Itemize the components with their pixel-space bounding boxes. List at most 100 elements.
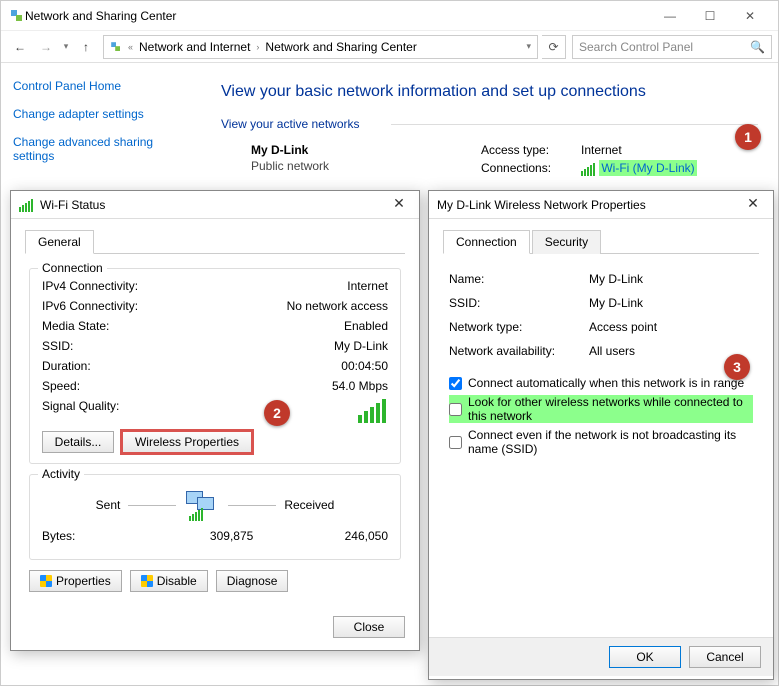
signal-bars-icon [358,399,388,423]
addr-icon [110,40,123,53]
network-type: Public network [251,159,481,173]
connect-hidden-checkbox[interactable]: Connect even if the network is not broad… [449,428,753,456]
address-bar[interactable]: « Network and Internet › Network and Sha… [103,35,538,59]
speed-value: 54.0 Mbps [332,379,388,393]
dialog-titlebar: My D-Link Wireless Network Properties ✕ [429,191,773,219]
access-type-value: Internet [581,143,622,157]
shield-icon [141,575,153,587]
ipv6-value: No network access [287,299,388,313]
close-button[interactable]: ✕ [730,2,770,30]
ipv4-label: IPv4 Connectivity: [42,279,347,293]
sidebar-adapter[interactable]: Change adapter settings [13,107,189,121]
tab-connection[interactable]: Connection [443,230,530,254]
wifi-icon [19,198,34,212]
chevron-icon: › [252,42,263,52]
connections-label: Connections: [481,161,581,176]
activity-graphic: Sent Received [42,491,388,519]
connection-link[interactable]: Wi-Fi (My D-Link) [599,160,696,176]
step-marker-2: 2 [264,400,290,426]
wifi-status-dialog: Wi-Fi Status ✕ General Connection IPv4 C… [10,190,420,651]
network-details: Access type: Internet Connections: Wi-Fi… [481,143,697,180]
refresh-button[interactable]: ⟳ [542,35,566,59]
nettype-value: Access point [589,320,657,334]
dialog-titlebar: Wi-Fi Status ✕ [11,191,419,219]
wifi-signal-icon [581,162,596,176]
name-label: Name: [449,272,589,286]
step-marker-1: 1 [735,124,761,150]
avail-label: Network availability: [449,344,589,358]
dialog-title: Wi-Fi Status [40,198,387,212]
chevron-icon: « [124,42,137,52]
ssid-value: My D-Link [334,339,388,353]
tabs: General [25,229,405,254]
ssid-label: SSID: [449,296,589,310]
look-other-networks-checkbox[interactable]: Look for other wireless networks while c… [449,395,753,423]
breadcrumb-2[interactable]: Network and Sharing Center [263,39,418,55]
close-icon[interactable]: ✕ [741,195,765,215]
maximize-button[interactable]: ☐ [690,2,730,30]
sidebar-advanced[interactable]: Change advanced sharing settings [13,135,189,163]
sent-label: Sent [96,498,121,512]
minimize-button[interactable]: — [650,2,690,30]
bytes-received: 246,050 [345,529,388,543]
forward-button: → [33,34,59,60]
media-label: Media State: [42,319,344,333]
titlebar: Network and Sharing Center — ☐ ✕ [1,1,778,31]
search-icon: 🔍 [750,40,765,54]
ssid-label: SSID: [42,339,334,353]
step-marker-3: 3 [724,354,750,380]
close-icon[interactable]: ✕ [387,195,411,215]
signal-label: Signal Quality: [42,399,358,423]
group-label: Connection [38,261,107,275]
ipv4-value: Internet [347,279,388,293]
window-title: Network and Sharing Center [25,9,650,23]
connection-group: Connection IPv4 Connectivity:Internet IP… [29,268,401,464]
details-button[interactable]: Details... [42,431,114,453]
speed-label: Speed: [42,379,332,393]
ipv6-label: IPv6 Connectivity: [42,299,287,313]
active-networks-label: View your active networks [221,117,758,131]
network-name: My D-Link [251,143,481,157]
tab-general[interactable]: General [25,230,94,254]
duration-label: Duration: [42,359,341,373]
access-type-label: Access type: [481,143,581,157]
breadcrumb-1[interactable]: Network and Internet [137,39,252,55]
disable-button[interactable]: Disable [130,570,208,592]
nettype-label: Network type: [449,320,589,334]
cancel-button[interactable]: Cancel [689,646,761,668]
search-input[interactable]: Search Control Panel 🔍 [572,35,772,59]
tab-security[interactable]: Security [532,230,601,254]
properties-button[interactable]: Properties [29,570,122,592]
wireless-properties-dialog: My D-Link Wireless Network Properties ✕ … [428,190,774,680]
navbar: ← → ▾ ↑ « Network and Internet › Network… [1,31,778,63]
name-value: My D-Link [589,272,643,286]
auto-connect-checkbox[interactable]: Connect automatically when this network … [449,376,753,390]
group-label: Activity [38,467,84,481]
search-placeholder: Search Control Panel [579,40,693,54]
tabs: Connection Security [443,229,759,254]
diagnose-button[interactable]: Diagnose [216,570,289,592]
avail-value: All users [589,344,635,358]
wireless-properties-button[interactable]: Wireless Properties [122,431,252,453]
page-heading: View your basic network information and … [221,83,758,101]
sidebar-home[interactable]: Control Panel Home [13,79,189,93]
dialog-title: My D-Link Wireless Network Properties [437,198,741,212]
media-value: Enabled [344,319,388,333]
bytes-sent: 309,875 [133,529,253,543]
shield-icon [40,575,52,587]
ok-button[interactable]: OK [609,646,681,668]
activity-group: Activity Sent Received Bytes: 309,875 24… [29,474,401,560]
back-button[interactable]: ← [7,34,33,60]
close-button[interactable]: Close [333,616,405,638]
network-grid: My D-Link Public network Access type: In… [221,143,758,180]
history-drop[interactable]: ▾ [59,41,73,52]
network-identity: My D-Link Public network [221,143,481,180]
control-panel-icon [9,8,25,24]
computers-icon [184,491,220,519]
ssid-value: My D-Link [589,296,643,310]
up-button[interactable]: ↑ [73,34,99,60]
bytes-label: Bytes: [42,529,133,543]
received-label: Received [284,498,334,512]
duration-value: 00:04:50 [341,359,388,373]
addr-drop-icon[interactable]: ▾ [520,41,533,52]
